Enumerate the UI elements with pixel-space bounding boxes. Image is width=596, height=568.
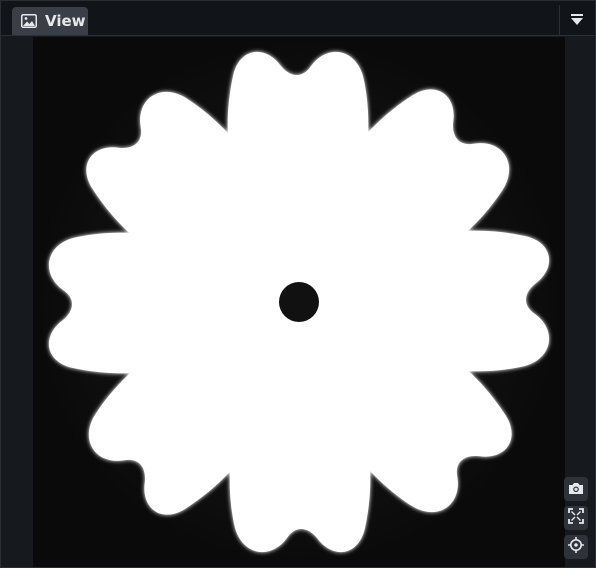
view-panel: View — [0, 0, 596, 568]
camera-icon — [568, 480, 584, 499]
tab-view-label: View — [45, 12, 86, 30]
fit-view-button[interactable] — [564, 506, 588, 530]
fit-screen-icon — [568, 508, 584, 528]
screenshot-button[interactable] — [564, 477, 588, 501]
crosshair-icon — [568, 537, 584, 557]
center-core — [279, 282, 319, 322]
tab-view[interactable]: View — [12, 7, 88, 35]
tab-bar: View — [1, 1, 595, 36]
dropdown-menu-icon — [571, 11, 583, 30]
image-icon — [21, 14, 37, 28]
dropdown-menu-button[interactable] — [559, 5, 594, 35]
render-canvas — [33, 37, 565, 567]
render-viewport[interactable] — [33, 37, 565, 567]
recenter-button[interactable] — [564, 535, 588, 559]
